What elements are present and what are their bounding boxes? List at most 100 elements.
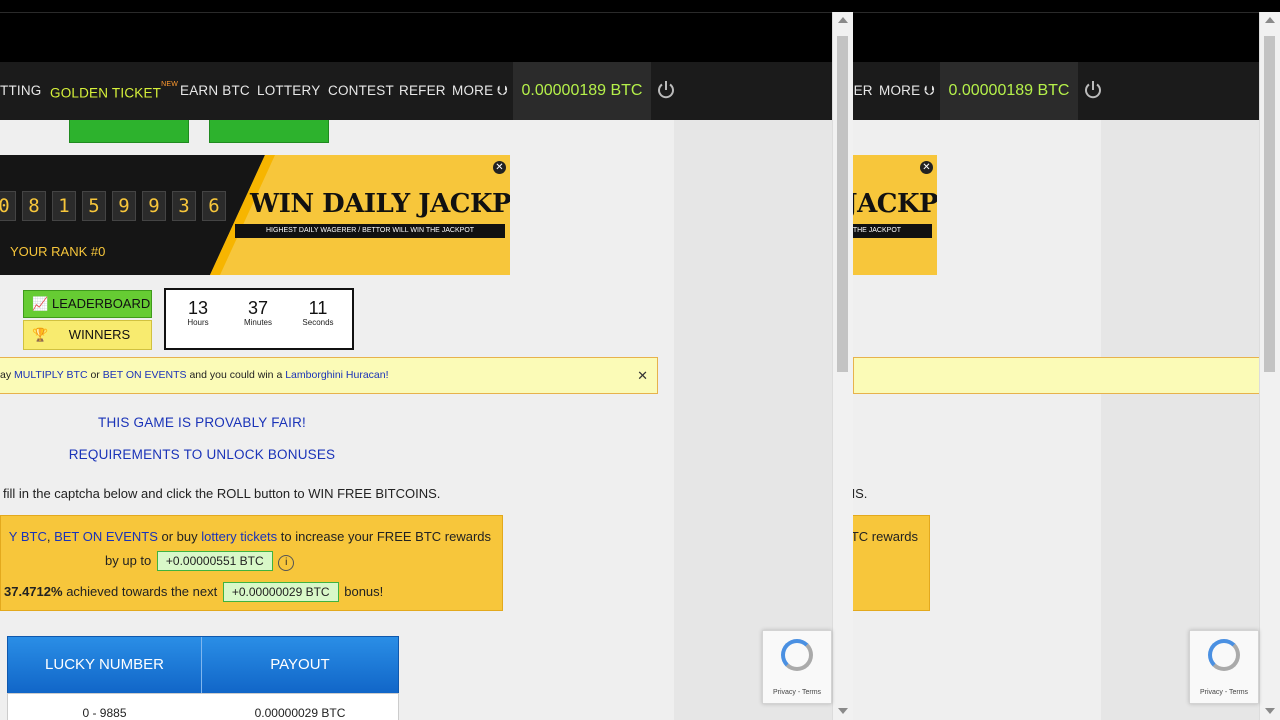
promo-text: achieved towards the next [66,584,218,599]
balance-display: 0.00000189 BTC [940,62,1078,120]
top-navbar: TTING GOLDEN TICKETNEW EARN BTC LOTTERY … [0,62,853,120]
table-row: 0 - 9885 0.00000029 BTC [7,693,399,720]
notice-link-multiply[interactable]: MULTIPLY BTC [14,369,88,381]
jackpot-digit: 0 [0,191,16,221]
chevron-down-icon: ⮋ [924,83,935,98]
promo-line-2: by up to +0.00000551 BTC i [105,551,295,571]
promo-text: , [46,529,51,544]
promo-line-1: Y BTC, BET ON EVENTS or buy lottery tick… [1,529,491,544]
requirements-link[interactable]: REQUIREMENTS TO UNLOCK BONUSES [0,447,404,462]
nav-item-label: MORE [879,83,921,98]
vertical-scrollbar[interactable] [1259,12,1280,720]
tab-strip [0,0,853,13]
browser-pane-left: TTING GOLDEN TICKETNEW EARN BTC LOTTERY … [0,0,853,720]
seconds-label: Seconds [302,318,334,327]
provably-fair-link[interactable]: THIS GAME IS PROVABLY FAIR! [0,415,404,430]
faucet-site: TTING GOLDEN TICKETNEW EARN BTC LOTTERY … [0,0,853,720]
header-payout: PAYOUT [270,656,330,673]
jackpot-digit: 9 [112,191,136,221]
nav-item-betting[interactable]: TTING [0,62,42,120]
jackpot-digit: 1 [52,191,76,221]
nav-item-more[interactable]: MORE ⮋ [879,62,935,120]
minutes-value: 37 [247,298,269,318]
deposit-button[interactable] [69,120,189,143]
recaptcha-footer[interactable]: Privacy - Terms [763,689,831,696]
scroll-up-icon[interactable] [838,17,848,23]
lamborghini-notice: ay MULTIPLY BTC or BET ON EVENTS and you… [0,357,658,394]
notice-link-bet-events[interactable]: BET ON EVENTS [103,369,187,381]
notice-text: ay [0,369,12,381]
notice-link-lamborghini[interactable]: Lamborghini Huracan! [285,369,388,381]
promo-link-bet-events[interactable]: BET ON EVENTS [54,529,158,544]
nav-item-lottery[interactable]: LOTTERY [257,62,320,120]
chart-icon: 📈 [32,296,49,311]
hours-value: 13 [187,298,209,318]
countdown-hours: 13 Hours [173,298,223,327]
rewards-promo-box: to increase your FREE BTC rewards [853,515,930,611]
max-bonus-pill: +0.00000551 BTC [156,551,273,571]
winners-button[interactable]: 🏆 WINNERS [23,320,152,350]
notice-text: and you could win a [189,369,283,381]
jackpot-digit: 8 [22,191,46,221]
new-badge: NEW [161,81,179,88]
leaderboard-label: LEADERBOARD [52,296,151,311]
promo-text: by up to [105,553,152,568]
power-icon[interactable] [655,79,677,101]
rewards-promo-box: Y BTC, BET ON EVENTS or buy lottery tick… [0,515,503,611]
main-content: 0 8 1 5 9 9 3 6 YOUR RANK #0 WIN DAILY J… [0,120,832,720]
notice-text: or [90,369,100,381]
nav-item-contest[interactable]: CONTEST [328,62,394,120]
jackpot-rank: YOUR RANK #0 [10,244,106,259]
recaptcha-badge[interactable]: Privacy - Terms [762,630,832,704]
promo-link-lottery[interactable]: lottery tickets [201,529,277,544]
chevron-down-icon: ⮋ [497,83,508,98]
jackpot-subtitle: HIGHEST DAILY WAGERER / BETTOR WILL WIN … [853,224,932,238]
faucet-site-duplicate: REFER MORE ⮋ 0.00000189 BTC WIN DAILY JA… [853,0,1280,720]
scroll-thumb[interactable] [1264,36,1275,372]
jackpot-countdown: 13 Hours 37 Minutes 11 Seconds [164,288,354,350]
leaderboard-button[interactable]: 📈 LEADERBOARD [23,290,152,318]
lamborghini-notice: ✕ [853,357,1280,394]
close-icon[interactable]: ✕ [493,161,506,174]
scroll-down-icon[interactable] [1265,708,1275,714]
tab-strip [853,0,1280,13]
nav-item-refer[interactable]: REFER [853,62,873,120]
promo-link-multiply[interactable]: Y BTC [9,529,47,544]
nav-item-golden-ticket[interactable]: GOLDEN TICKETNEW [50,62,178,120]
recaptcha-badge[interactable]: Privacy - Terms [1189,630,1259,704]
promo-line-1: to increase your FREE BTC rewards [853,529,918,544]
promo-text: or buy [161,529,198,544]
instruction-text: fill in the captcha below and click the … [853,486,868,501]
scroll-down-icon[interactable] [838,708,848,714]
nav-item-more[interactable]: MORE ⮋ [452,62,508,120]
promo-text: bonus! [344,584,384,599]
vertical-scrollbar[interactable] [832,12,853,720]
header-lucky-number: LUCKY NUMBER [8,637,202,693]
hours-label: Hours [187,318,209,327]
nav-item-earn-btc[interactable]: EARN BTC [180,62,250,120]
jackpot-digit: 3 [172,191,196,221]
jackpot-digit: 9 [142,191,166,221]
achieved-percent: 37.4712% [4,584,63,599]
winners-label: WINNERS [68,327,131,342]
scroll-up-icon[interactable] [1265,17,1275,23]
table-header: LUCKY NUMBER PAYOUT [7,636,399,694]
jackpot-subtitle: HIGHEST DAILY WAGERER / BETTOR WILL WIN … [235,224,505,238]
browser-pane-right: REFER MORE ⮋ 0.00000189 BTC WIN DAILY JA… [853,0,1280,720]
top-navbar: REFER MORE ⮋ 0.00000189 BTC [853,62,1280,120]
recaptcha-footer[interactable]: Privacy - Terms [1190,689,1258,696]
withdraw-button[interactable] [209,120,329,143]
power-icon[interactable] [1082,79,1104,101]
recaptcha-icon [781,639,813,671]
recaptcha-icon [1208,639,1240,671]
promo-text: to increase your FREE BTC rewards [280,529,491,544]
nav-item-label: GOLDEN TICKET [50,85,162,101]
countdown-seconds: 11 Seconds [293,298,343,327]
countdown-minutes: 37 Minutes [233,298,283,327]
scroll-thumb[interactable] [837,36,848,372]
nav-item-refer[interactable]: REFER [399,62,446,120]
minutes-label: Minutes [243,318,272,327]
info-icon[interactable]: i [278,555,295,571]
close-icon[interactable]: ✕ [920,161,933,174]
close-icon[interactable]: ✕ [637,358,648,393]
